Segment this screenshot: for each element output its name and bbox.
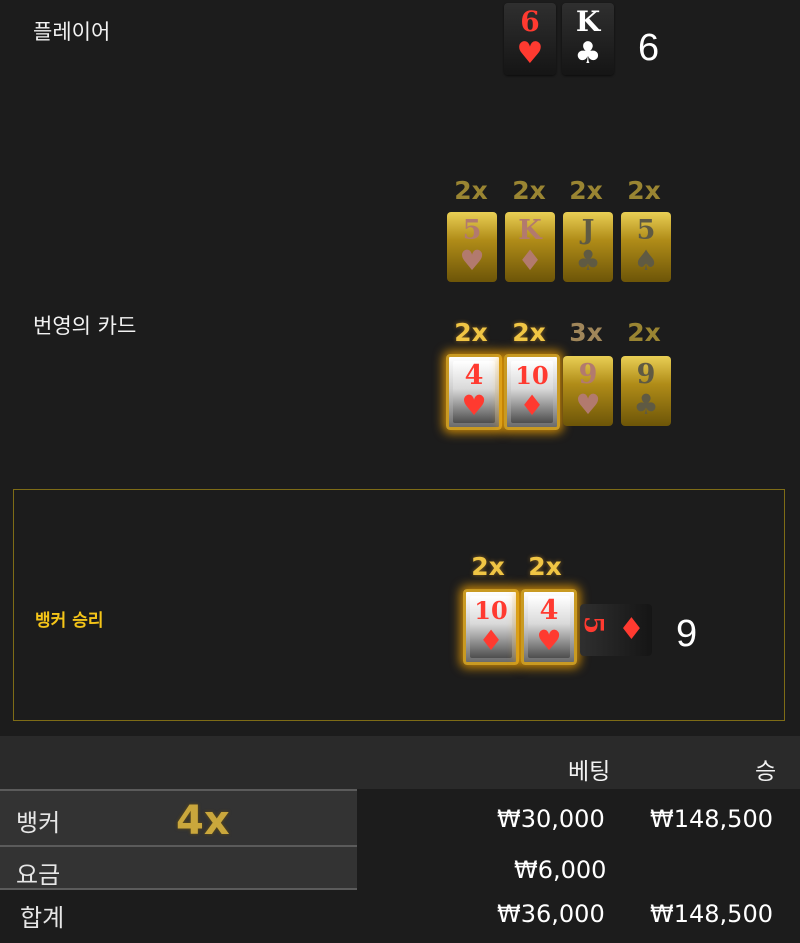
table-row: 뱅커 ₩30,000 ₩148,500: [0, 789, 800, 845]
lightning-card: K ♦: [505, 212, 555, 282]
row-label: 뱅커: [16, 809, 61, 837]
banker-card-1: 10 ♦: [463, 589, 519, 665]
lightning-card: J ♣: [563, 212, 613, 282]
spade-suit-icon: ♠: [633, 244, 659, 277]
player-card-1: 6 ♥: [504, 3, 556, 75]
multiplier-badge: 3x: [569, 318, 603, 347]
lightning-card: 9 ♥: [563, 356, 613, 426]
card-rank: 10: [474, 596, 508, 625]
club-suit-icon: ♣: [574, 36, 602, 71]
banker-third-card: 5 ♦: [578, 604, 652, 656]
card-rank: 9: [636, 359, 656, 390]
multiplier-badge: 2x: [454, 176, 488, 205]
row-label: 합계: [20, 904, 65, 932]
win-column-header: 승: [755, 759, 777, 785]
card-rank: 4: [464, 360, 484, 391]
multiplier-badge: 2x: [512, 318, 546, 347]
player-label: 플레이어: [33, 20, 111, 44]
lightning-cards-label: 번영의 카드: [33, 314, 137, 338]
row-win: ₩148,500: [650, 900, 773, 928]
diamond-suit-icon: ♦: [478, 624, 504, 657]
heart-suit-icon: ♥: [575, 388, 601, 421]
multiplier-badge: 2x: [627, 318, 661, 347]
diamond-suit-icon: ♦: [618, 612, 645, 647]
row-bet: ₩36,000: [497, 900, 605, 928]
card-rank: 4: [539, 595, 559, 626]
heart-suit-icon: ♥: [461, 389, 487, 422]
card-rank: 5: [578, 615, 609, 635]
heart-suit-icon: ♥: [536, 624, 562, 657]
multiplier-badge: 2x: [512, 176, 546, 205]
club-suit-icon: ♣: [633, 388, 659, 421]
banker-result-panel: 뱅커 승리: [13, 489, 785, 721]
banker-score: 9: [676, 613, 698, 655]
multiplier-badge: 2x: [569, 176, 603, 205]
card-rank: K: [518, 215, 542, 246]
card-rank: 9: [578, 359, 598, 390]
row-win: ₩148,500: [650, 805, 773, 833]
row-label: 요금: [16, 861, 61, 889]
lightning-card-matched: 10 ♦: [504, 354, 560, 430]
card-rank: K: [575, 5, 601, 38]
heart-suit-icon: ♥: [459, 244, 485, 277]
lightning-card: 5 ♠: [621, 212, 671, 282]
card-rank: 6: [520, 5, 540, 38]
row-bet: ₩6,000: [514, 856, 607, 884]
table-row-total: 합계 ₩36,000 ₩148,500: [0, 890, 800, 940]
diamond-suit-icon: ♦: [519, 389, 545, 422]
banker-win-label: 뱅커 승리: [35, 611, 104, 631]
banker-card-2: 4 ♥: [521, 589, 577, 665]
player-card-2: K ♣: [562, 3, 614, 75]
row-bet: ₩30,000: [497, 805, 605, 833]
multiplier-badge: 2x: [528, 552, 562, 581]
player-score: 6: [638, 27, 660, 69]
card-rank: 5: [462, 215, 482, 246]
club-suit-icon: ♣: [575, 244, 601, 277]
lightning-card: 5 ♥: [447, 212, 497, 282]
bet-column-header: 베팅: [568, 759, 611, 785]
multiplier-badge: 2x: [454, 318, 488, 347]
multiplier-badge: 2x: [627, 176, 661, 205]
card-rank: 10: [515, 361, 549, 390]
table-row: 요금 ₩6,000: [0, 847, 800, 889]
bet-table-header: 베팅 승: [0, 736, 800, 789]
lightning-card-matched: 4 ♥: [446, 354, 502, 430]
card-rank: J: [581, 215, 595, 246]
diamond-suit-icon: ♦: [517, 244, 543, 277]
heart-suit-icon: ♥: [516, 36, 544, 71]
multiplier-badge: 2x: [471, 552, 505, 581]
lightning-card: 9 ♣: [621, 356, 671, 426]
payout-multiplier: 4x: [176, 798, 230, 844]
card-rank: 5: [636, 215, 656, 246]
